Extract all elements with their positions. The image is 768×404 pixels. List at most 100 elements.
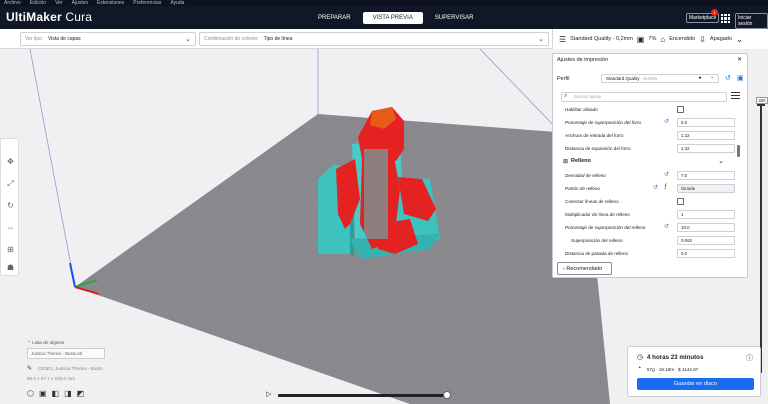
infill-value: 7%: [648, 36, 657, 42]
color-scheme-dropdown[interactable]: Combinación de colores Tipo de línea ⌄: [199, 32, 549, 46]
setting-checkbox[interactable]: [677, 198, 684, 205]
clock-icon: ◷: [637, 354, 644, 361]
setting-value-input[interactable]: 0.0: [677, 249, 735, 258]
chevron-down-icon: ⌄: [718, 158, 724, 165]
mirror-icon[interactable]: ⇔: [6, 223, 15, 232]
print-summary: ◷ 4 horas 23 minutos ⓘ ◔ 57g · 19.19m · …: [627, 346, 761, 397]
left-view-icon[interactable]: ◨: [64, 389, 72, 398]
reset-icon[interactable]: ↺: [653, 184, 658, 191]
setting-value-input[interactable]: 1: [677, 210, 735, 219]
reset-icon[interactable]: ↺: [664, 171, 669, 178]
sign-in-button[interactable]: Iniciar sesión: [735, 13, 768, 29]
tool-sidebar: ✥ ⤢ ↻ ⇔ ⊞ ☗: [0, 138, 19, 276]
setting-value-input[interactable]: 7.0: [677, 171, 735, 180]
tab-vista-previa[interactable]: VISTA PREVIA: [362, 12, 423, 24]
panel-title: Ajustes de impresión: [557, 57, 609, 63]
setting-value-input[interactable]: 1.32: [677, 144, 735, 153]
scale-icon[interactable]: ⤢: [6, 179, 15, 188]
object-list-toggle[interactable]: ⌃ Lista de objetos: [27, 340, 64, 346]
color-scheme-value: Tipo de línea: [263, 36, 293, 42]
setting-row: Conectar líneas de relleno: [553, 196, 738, 208]
reset-icon[interactable]: ↺: [725, 74, 731, 82]
layer-number[interactable]: 400: [756, 97, 768, 104]
setting-select[interactable]: Giroide: [677, 184, 735, 193]
spool-icon: ◔: [637, 365, 642, 372]
view-type-label: Ver tipo: [25, 36, 42, 42]
settings-scrollbar[interactable]: [737, 145, 740, 157]
product-name: Cura: [65, 10, 93, 24]
pencil-icon[interactable]: ✎: [27, 365, 32, 372]
setting-value-input[interactable]: 5.0: [677, 118, 735, 127]
apps-grid-icon[interactable]: [721, 14, 730, 23]
setting-name: Porcentaje de superposición del relleno: [565, 225, 646, 230]
print-settings-summary[interactable]: ☰ Standard Quality - 0,2mm ▣ 7% ⌂ Encend…: [552, 29, 768, 49]
setting-row: Superposición del relleno 0.063: [553, 235, 738, 247]
chevron-up-icon: ⌃: [27, 340, 31, 345]
view-type-value: Vista de capas: [47, 36, 81, 42]
setting-row: Densidad de relleno ↺ 7.0: [553, 170, 738, 182]
quality-profile: Standard Quality - 0,2mm: [570, 36, 633, 42]
right-view-icon[interactable]: ◩: [77, 389, 85, 398]
setting-row: Anchura de retirada del forro 1.32: [553, 130, 738, 142]
setting-name: Habilitar alisado: [565, 107, 598, 112]
star-icon[interactable]: ★: [698, 75, 702, 81]
tab-preparar[interactable]: PREPARAR: [308, 12, 361, 24]
front-view-icon[interactable]: ▣: [39, 389, 47, 398]
chevron-down-icon: ⌄: [538, 36, 544, 43]
setting-name: Anchura de retirada del forro: [565, 133, 624, 138]
search-icon: ⌕: [564, 93, 568, 99]
chevron-down-icon: ⌄: [710, 74, 714, 79]
move-icon[interactable]: ✥: [6, 157, 15, 166]
save-to-disk-button[interactable]: Guardar en disco: [637, 378, 754, 390]
top-view-icon[interactable]: ◧: [52, 389, 60, 398]
setting-value-input[interactable]: 10.0: [677, 223, 735, 232]
save-icon[interactable]: ▣: [737, 74, 744, 82]
chevron-down-icon: ⌄: [185, 36, 191, 43]
setting-checkbox[interactable]: [677, 106, 684, 113]
app-header: UltiMaker Cura PREPARAR VISTA PREVIA SUP…: [0, 6, 768, 29]
object-dimensions: 66.6 x 57.7 x 100.0 mm: [27, 376, 76, 381]
app-logo: UltiMaker Cura: [6, 10, 92, 24]
setting-row: Distancia de pasada de relleno 0.0: [553, 248, 738, 260]
function-icon[interactable]: ƒ: [664, 184, 667, 190]
3d-view-icon[interactable]: ⬡: [27, 389, 34, 398]
section-header-relleno[interactable]: ⊠ Relleno ⌄: [553, 156, 738, 168]
path-slider[interactable]: [278, 394, 448, 397]
profile-label: Perfil: [557, 76, 570, 82]
material-estimate: 57g · 19.19m · $ 1144.97: [647, 367, 699, 372]
rotate-icon[interactable]: ↻: [6, 201, 15, 210]
setting-name: Porcentaje de superposición del forro: [565, 120, 642, 125]
object-list-item[interactable]: Justicia Themis - Busto.stl: [27, 348, 105, 359]
setting-name: Patrón de relleno: [565, 186, 600, 191]
settings-search-input[interactable]: ⌕ Buscar ajuste: [561, 92, 727, 102]
infill-icon: ▣: [636, 34, 645, 44]
setting-row: Multiplicador de línea de relleno 1: [553, 209, 738, 221]
adhesion-value: Apagado: [709, 36, 732, 42]
reset-icon[interactable]: ↺: [664, 118, 669, 125]
profile-value: Standard Quality: [606, 76, 640, 81]
path-slider-handle[interactable]: [443, 391, 451, 399]
profile-layer-height: - 0.2mm: [640, 76, 658, 81]
settings-menu-icon[interactable]: [731, 92, 740, 101]
section-title: Relleno: [571, 158, 591, 164]
reset-icon[interactable]: ↺: [664, 223, 669, 230]
recommended-button[interactable]: ‹ Recomendado: [557, 262, 612, 275]
info-icon[interactable]: ⓘ: [746, 353, 753, 363]
play-icon[interactable]: ▷: [266, 390, 271, 398]
setting-value-input[interactable]: 1.32: [677, 131, 735, 140]
per-model-settings-icon[interactable]: ⊞: [6, 245, 15, 254]
setting-value-input[interactable]: 0.063: [677, 236, 735, 245]
view-type-dropdown[interactable]: Ver tipo Vista de capas ⌄: [20, 32, 196, 46]
setting-name: Distancia de pasada de relleno: [565, 251, 629, 256]
close-icon[interactable]: ✕: [737, 56, 742, 63]
tab-supervisar[interactable]: SUPERVISAR: [425, 12, 484, 24]
support-blocker-icon[interactable]: ☗: [6, 263, 15, 272]
setting-name: Densidad de relleno: [565, 173, 606, 178]
print-time: 4 horas 23 minutos: [647, 354, 704, 361]
setting-name: Superposición del relleno: [571, 238, 623, 243]
setting-row: Patrón de relleno ↺ ƒ Giroide: [553, 183, 738, 195]
chevron-left-icon: ‹: [563, 266, 565, 272]
layer-slider[interactable]: [760, 103, 762, 373]
recommended-label: Recomendado: [566, 266, 603, 272]
profile-dropdown[interactable]: Standard Quality - 0.2mm ★ ⌄: [601, 74, 719, 83]
